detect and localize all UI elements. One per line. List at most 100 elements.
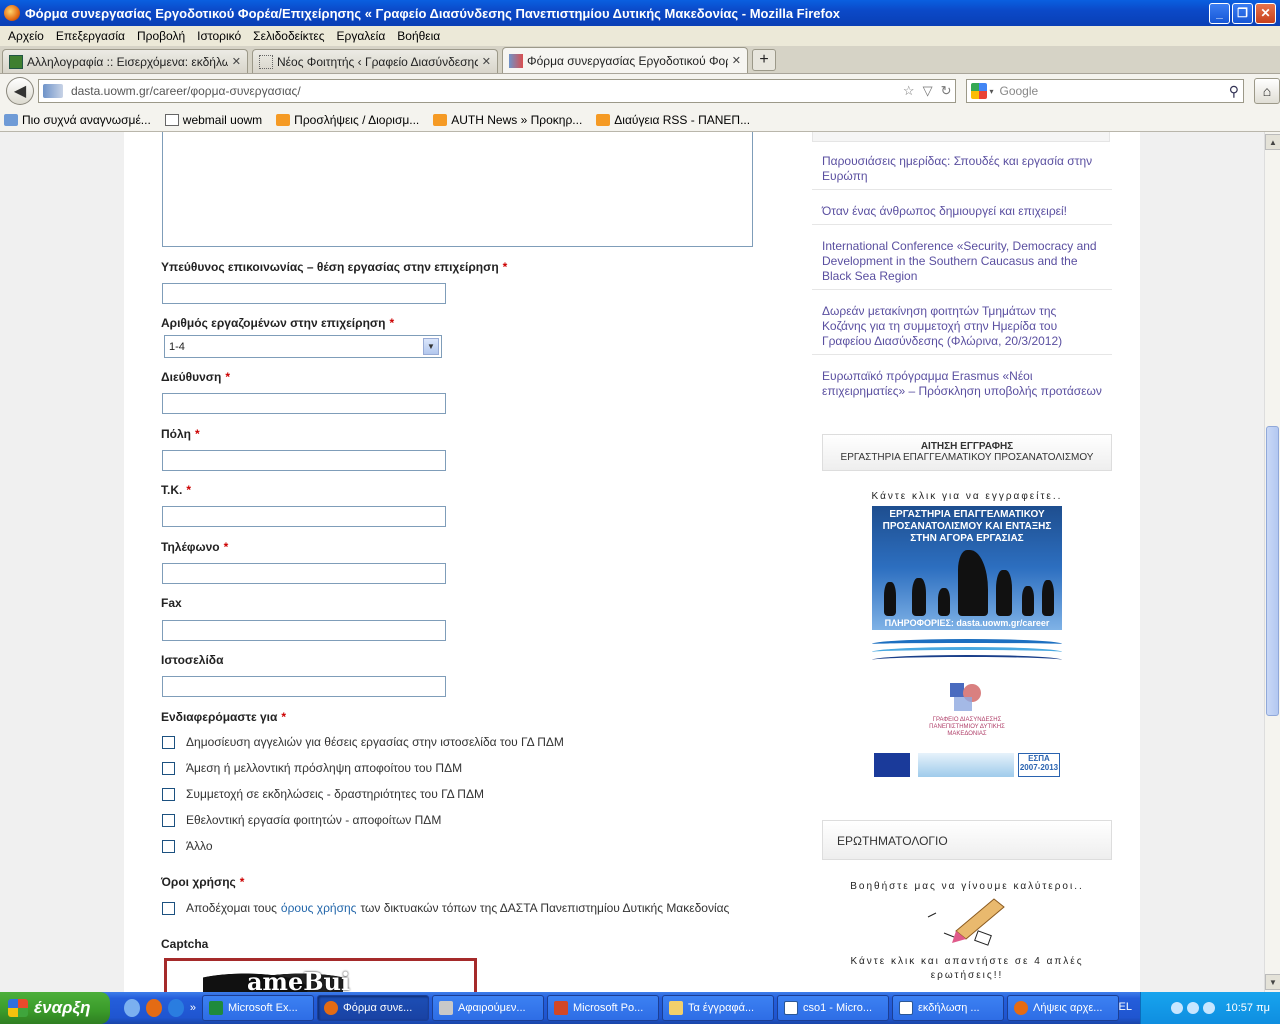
- bookmark-auth-news[interactable]: AUTH News » Προκηρ...: [433, 113, 582, 127]
- news-item[interactable]: Παρουσιάσεις ημερίδας: Σπουδές και εργασ…: [812, 148, 1112, 190]
- google-icon[interactable]: [971, 83, 988, 99]
- questionnaire-line1[interactable]: Βοηθήστε μας να γίνουμε καλύτεροι..: [822, 881, 1112, 892]
- tray-icon[interactable]: [1187, 1002, 1200, 1014]
- chess-knight-icon: [958, 550, 988, 616]
- new-tab-button[interactable]: +: [752, 49, 776, 71]
- search-icon[interactable]: ⚲: [1229, 83, 1239, 100]
- start-button[interactable]: έναρξη: [0, 992, 110, 1024]
- taskbar-word-event[interactable]: εκδήλωση ...: [892, 995, 1004, 1021]
- ie-icon[interactable]: [167, 999, 184, 1017]
- questionnaire-widget-header: ΕΡΩΤΗΜΑΤΟΛΟΓΙΟ: [822, 820, 1112, 860]
- star-icon[interactable]: ☆: [903, 83, 915, 99]
- scroll-up-icon[interactable]: ▲: [1265, 134, 1280, 150]
- tray-icon[interactable]: [1203, 1002, 1216, 1014]
- checkbox[interactable]: [162, 761, 175, 775]
- home-button[interactable]: ⌂: [1254, 78, 1280, 104]
- reload-icon[interactable]: ↻: [941, 83, 952, 99]
- tab-close-icon[interactable]: ✕: [732, 54, 741, 67]
- tab-cooperation-form[interactable]: Φόρμα συνεργασίας Εργοδοτικού Φορέα/... …: [502, 47, 748, 73]
- taskbar-word-cso1[interactable]: cso1 - Micro...: [777, 995, 889, 1021]
- quick-launch-more[interactable]: »: [190, 1002, 196, 1014]
- chevron-down-icon[interactable]: ▼: [423, 338, 439, 355]
- search-input[interactable]: Google: [1000, 84, 1229, 98]
- firefox-icon: [4, 5, 20, 21]
- bookmark-diavgeia[interactable]: Διαύγεια RSS - ΠΑΝΕΠ...: [596, 113, 750, 127]
- taskbar-my-documents[interactable]: Τα έγγραφά...: [662, 995, 774, 1021]
- contact-position-input[interactable]: [162, 283, 446, 304]
- news-item[interactable]: International Conference «Security, Demo…: [812, 233, 1112, 290]
- interest-option-events[interactable]: Συμμετοχή σε εκδηλώσεις - δραστηριότητες…: [162, 787, 484, 801]
- checkbox[interactable]: [162, 735, 175, 749]
- tab-mail[interactable]: Αλληλογραφία :: Εισερχόμενα: εκδήλωσ... …: [2, 49, 248, 73]
- zip-input[interactable]: [162, 506, 446, 527]
- label-fax: Fax: [161, 596, 182, 610]
- taskbar-excel[interactable]: Microsoft Ex...: [202, 995, 314, 1021]
- show-desktop-icon[interactable]: [124, 999, 140, 1017]
- address-input[interactable]: [162, 393, 446, 414]
- menu-edit[interactable]: Επεξεργασία: [50, 29, 131, 43]
- menu-tools[interactable]: Εργαλεία: [331, 29, 392, 43]
- phone-input[interactable]: [162, 563, 446, 584]
- questionnaire-line2[interactable]: Κάντε κλικ και απαντήστε σε 4 απλές ερωτ…: [822, 955, 1112, 983]
- interest-option-ads[interactable]: Δημοσίευση αγγελιών για θέσεις εργασίας …: [162, 735, 564, 749]
- liaison-office-banner[interactable]: ΓΡΑΦΕΙΟ ΔΙΑΣΥΝΔΕΣΗΣ ΠΑΝΕΠΙΣΤΗΜΙΟΥ ΔΥΤΙΚΗ…: [872, 633, 1062, 791]
- fax-input[interactable]: [162, 620, 446, 641]
- interest-option-hiring[interactable]: Άμεση ή μελλοντική πρόσληψη αποφοίτου το…: [162, 761, 462, 775]
- back-button[interactable]: ◀: [6, 77, 34, 105]
- city-input[interactable]: [162, 450, 446, 471]
- website-input[interactable]: [162, 676, 446, 697]
- employees-select[interactable]: 1-4 ▼: [164, 335, 442, 358]
- label-zip: Τ.Κ. *: [161, 483, 192, 497]
- career-workshops-banner[interactable]: ΕΡΓΑΣΤΗΡΙΑ ΕΠΑΓΓΕΛΜΑΤΙΚΟΥ ΠΡΟΣΑΝΑΤΟΛΙΣΜΟ…: [872, 506, 1062, 630]
- url-bar[interactable]: dasta.uowm.gr/career/φορμα-συνεργασιας/ …: [37, 79, 957, 103]
- tab-close-icon[interactable]: ✕: [482, 55, 491, 68]
- bookmark-webmail[interactable]: webmail uowm: [164, 113, 262, 127]
- tab-close-icon[interactable]: ✕: [232, 55, 241, 68]
- tab-new-student[interactable]: Νέος Φοιτητής ‹ Γραφείο Διασύνδεσης Πα..…: [252, 49, 498, 73]
- site-identity-icon[interactable]: [42, 84, 63, 98]
- search-box[interactable]: ▾ Google ⚲: [966, 79, 1245, 103]
- page-favicon-icon: [259, 54, 273, 69]
- firefox-icon[interactable]: [145, 999, 162, 1017]
- news-item[interactable]: Δωρεάν μετακίνηση φοιτητών Τμημάτων της …: [812, 298, 1112, 355]
- bookmark-label: Πιο συχνά αναγνωσμέ...: [22, 112, 151, 127]
- drive-icon: [439, 1001, 453, 1015]
- taskbar-removable[interactable]: Αφαιρούμεν...: [432, 995, 544, 1021]
- terms-accept[interactable]: Αποδέχομαι τους όρους χρήσης των δικτυακών…: [162, 901, 729, 915]
- bookmark-proslipseis[interactable]: Προσλήψεις / Διορισμ...: [276, 113, 419, 127]
- news-item[interactable]: Ευρωπαϊκό πρόγραμμα Erasmus «Νέοι επιχει…: [812, 363, 1112, 404]
- terms-link[interactable]: όρους χρήσης: [281, 901, 357, 915]
- scroll-down-icon[interactable]: ▼: [1265, 974, 1280, 990]
- message-textarea[interactable]: [162, 132, 753, 247]
- menu-help[interactable]: Βοήθεια: [391, 29, 446, 43]
- registration-click-text[interactable]: Κάντε κλικ για να εγγραφείτε..: [822, 491, 1112, 502]
- close-button[interactable]: ✕: [1255, 2, 1276, 24]
- minimize-button[interactable]: _: [1209, 2, 1230, 24]
- news-item[interactable]: Όταν ένας άνθρωπος δημιουργεί και επιχει…: [812, 198, 1112, 225]
- menu-history[interactable]: Ιστορικό: [191, 29, 247, 43]
- tray-icon[interactable]: [1171, 1002, 1184, 1014]
- menu-view[interactable]: Προβολή: [131, 29, 191, 43]
- scrollbar-thumb[interactable]: [1266, 426, 1279, 716]
- taskbar-powerpoint[interactable]: Microsoft Po...: [547, 995, 659, 1021]
- maximize-button[interactable]: ❐: [1232, 2, 1253, 24]
- checkbox[interactable]: [162, 839, 175, 853]
- menu-file[interactable]: Αρχείο: [2, 29, 50, 43]
- language-indicator[interactable]: EL: [1119, 1001, 1132, 1013]
- taskbar-downloads[interactable]: Λήψεις αρχε...: [1007, 995, 1119, 1021]
- pencil-checkbox-icon[interactable]: [924, 893, 1010, 949]
- label-terms: Όροι χρήσης *: [161, 875, 245, 889]
- menu-bookmarks[interactable]: Σελιδοδείκτες: [247, 29, 330, 43]
- bookmark-most-visited[interactable]: Πιο συχνά αναγνωσμέ...: [4, 113, 151, 127]
- checkbox[interactable]: [162, 787, 175, 801]
- url-text[interactable]: dasta.uowm.gr/career/φορμα-συνεργασιας/: [71, 84, 899, 98]
- interest-option-volunteer[interactable]: Εθελοντική εργασία φοιτητών - αποφοίτων …: [162, 813, 441, 827]
- checkbox[interactable]: [162, 901, 175, 915]
- interest-option-other[interactable]: Άλλο: [162, 839, 213, 853]
- taskbar-firefox-form[interactable]: Φόρμα συνε...: [317, 995, 429, 1021]
- chess-piece-icon: [1042, 580, 1054, 616]
- search-engine-dropdown-icon[interactable]: ▾: [989, 87, 993, 96]
- vertical-scrollbar[interactable]: ▲ ▼: [1264, 132, 1280, 992]
- checkbox[interactable]: [162, 813, 175, 827]
- history-dropdown-icon[interactable]: ▽: [923, 83, 933, 99]
